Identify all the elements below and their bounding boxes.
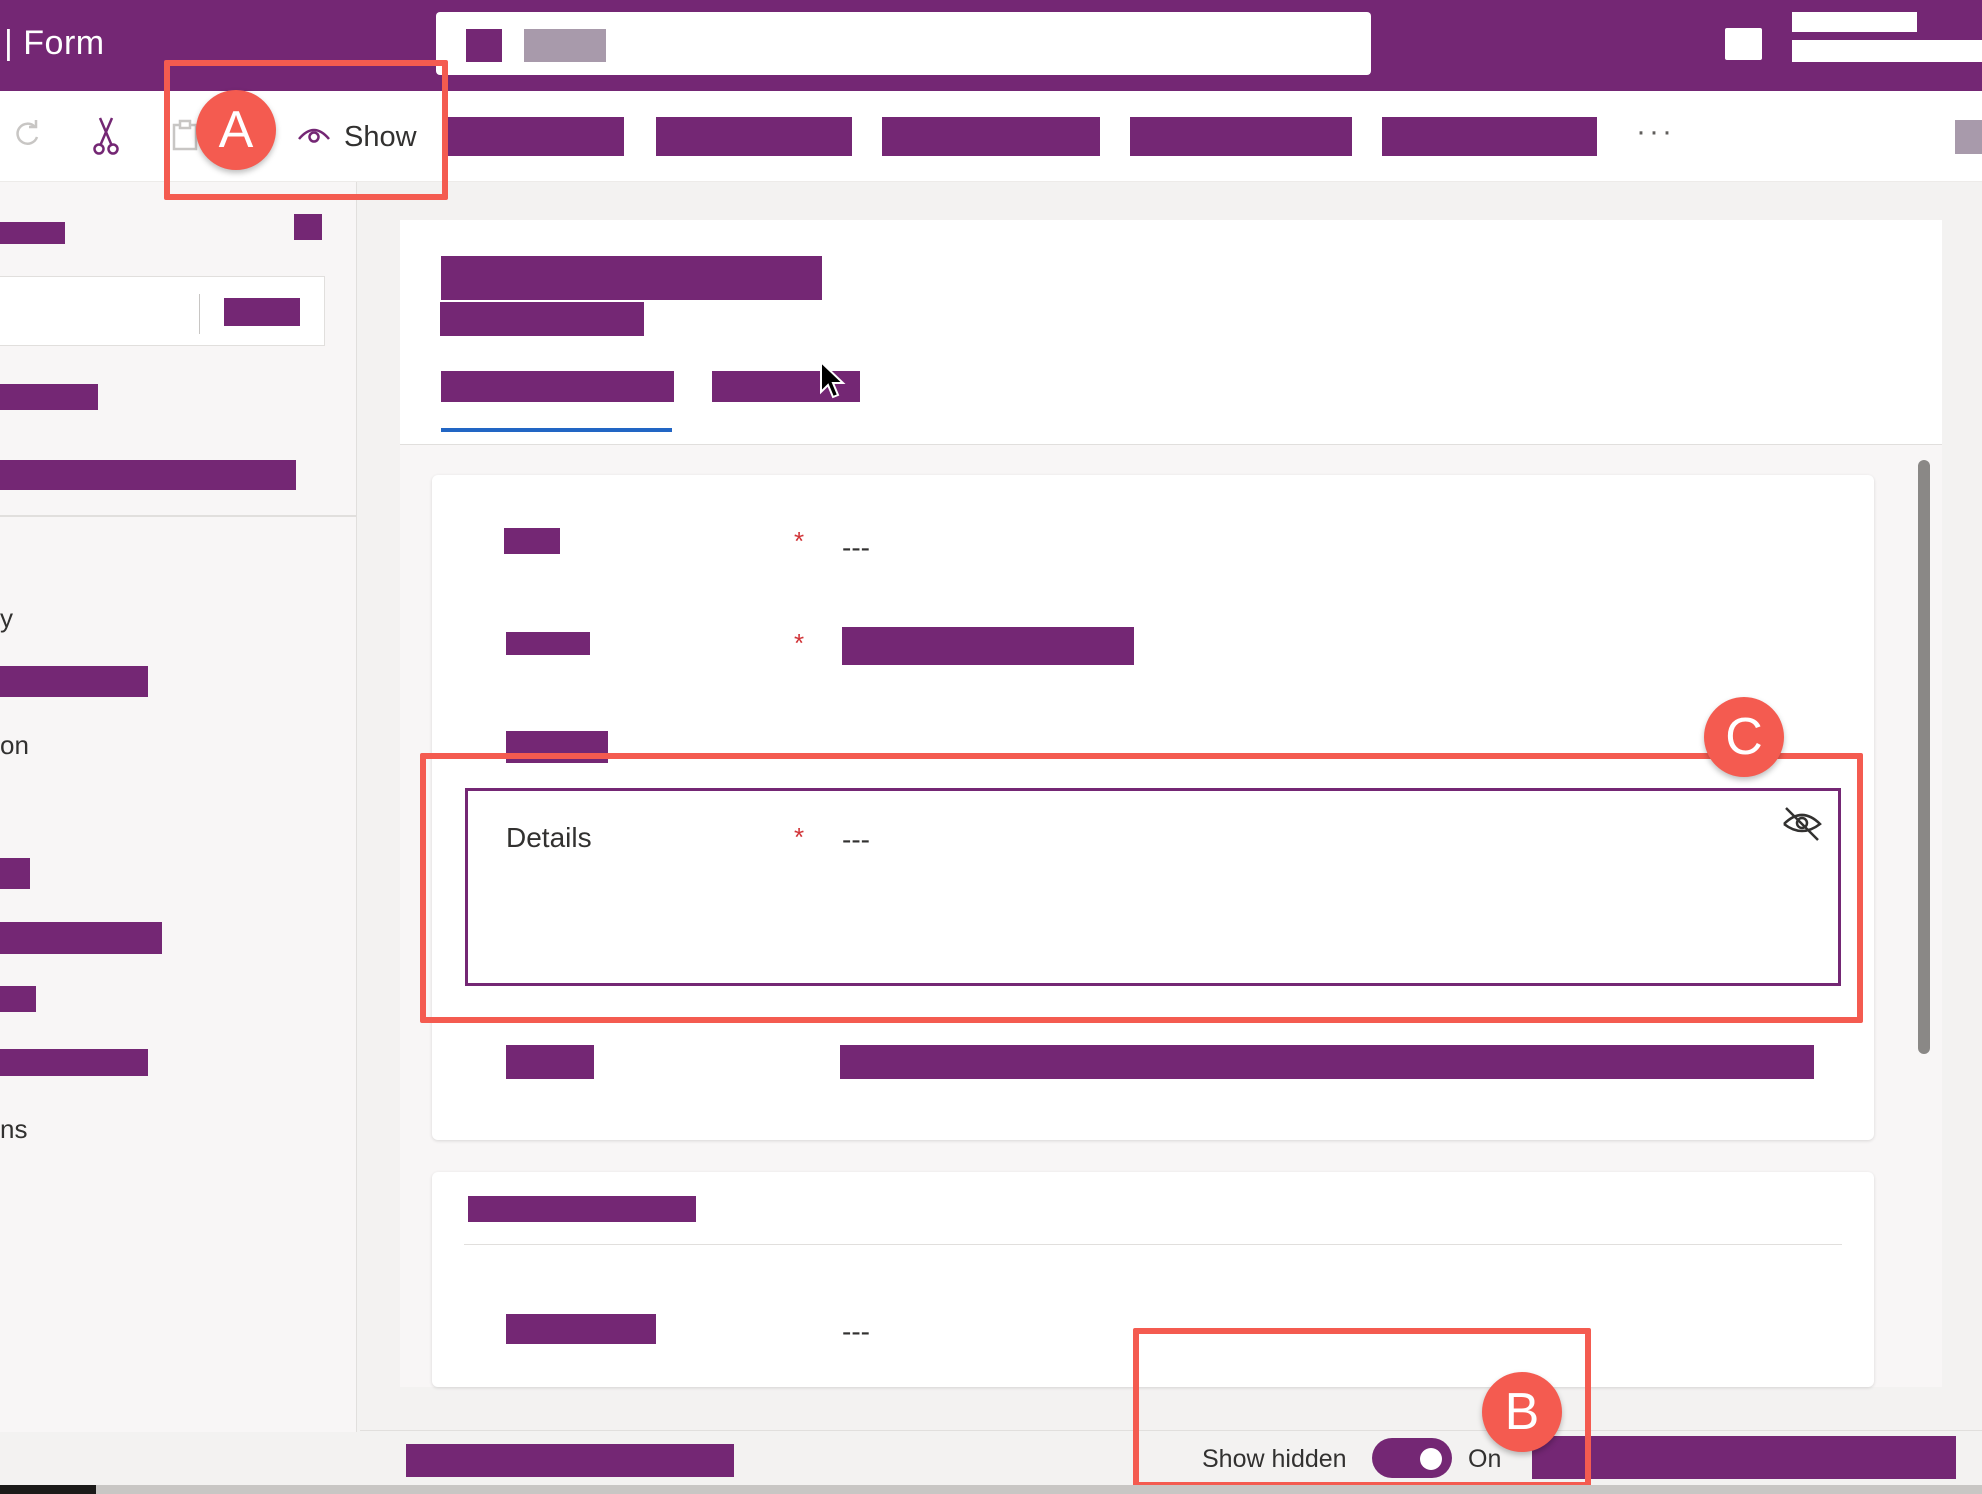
redacted-field-label (506, 1045, 594, 1079)
nav-search-divider (199, 294, 200, 334)
nav-item-partial-label[interactable]: ns (0, 1114, 27, 1145)
redacted-command-button[interactable] (1382, 117, 1597, 156)
redacted-nav-search-button[interactable] (224, 298, 300, 326)
redacted-field-label (506, 632, 590, 655)
redacted-user-name (1792, 12, 1917, 32)
section-divider (464, 1244, 1842, 1245)
cut-icon[interactable] (86, 114, 126, 158)
redacted-nav-item[interactable] (0, 460, 296, 490)
tab-general[interactable] (441, 371, 674, 402)
form-scrollbar[interactable] (1918, 460, 1930, 1054)
field-value[interactable]: --- (842, 532, 870, 564)
redacted-field-label (504, 528, 560, 554)
redacted-field-label (506, 1314, 656, 1344)
nav-divider (0, 515, 357, 517)
window-bottom-edge-dark (0, 1485, 96, 1494)
redacted-search-icon (466, 29, 502, 62)
redacted-nav-item[interactable] (0, 986, 36, 1012)
field-value[interactable]: --- (842, 1316, 870, 1348)
nav-item-partial-label[interactable]: y (0, 603, 13, 634)
callout-b-badge: B (1482, 1372, 1562, 1452)
redacted-nav-item[interactable] (0, 384, 98, 410)
active-tab-indicator (441, 428, 672, 432)
redacted-section-title (468, 1196, 696, 1222)
redacted-search-text (524, 29, 606, 62)
left-nav-pane (0, 182, 357, 1432)
redacted-nav-item[interactable] (0, 666, 148, 697)
redacted-record-subtitle (440, 302, 644, 336)
redacted-nav-item[interactable] (0, 1049, 148, 1076)
redacted-nav-close-icon[interactable] (294, 214, 322, 240)
search-box[interactable] (436, 12, 1371, 75)
redo-icon[interactable] (8, 116, 44, 152)
required-indicator: * (794, 526, 805, 556)
redacted-user-detail (1792, 40, 1982, 62)
header-icon-button[interactable] (1725, 28, 1762, 60)
app-title: | Form (4, 24, 105, 62)
redacted-nav-heading (0, 222, 65, 244)
mouse-cursor-icon (818, 359, 848, 402)
callout-c-badge: C (1704, 697, 1784, 777)
redacted-command-right[interactable] (1955, 120, 1982, 154)
more-options-icon[interactable]: ··· (1636, 115, 1675, 149)
redacted-field-value[interactable] (840, 1045, 1814, 1079)
redacted-command-button[interactable] (1130, 117, 1352, 156)
redacted-record-title (441, 256, 822, 300)
redacted-nav-item[interactable] (0, 922, 162, 954)
redacted-command-button[interactable] (446, 117, 624, 156)
required-indicator: * (794, 628, 805, 658)
redacted-nav-item[interactable] (0, 858, 30, 889)
redacted-footer-action[interactable] (1532, 1436, 1956, 1479)
nav-item-partial-label[interactable]: on (0, 730, 29, 761)
window-bottom-edge (0, 1485, 1982, 1494)
redacted-footer-text (406, 1444, 734, 1477)
callout-a-badge: A (196, 90, 276, 170)
callout-c-highlight (420, 753, 1863, 1023)
redacted-field-value[interactable] (842, 627, 1134, 665)
redacted-command-button[interactable] (656, 117, 852, 156)
redacted-command-button[interactable] (882, 117, 1100, 156)
